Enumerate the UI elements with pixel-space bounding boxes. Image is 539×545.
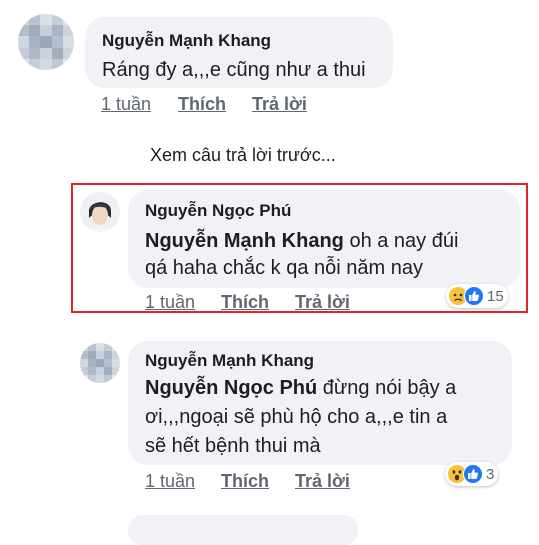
mention-tag[interactable]: Nguyễn Ngọc Phú bbox=[145, 377, 317, 399]
like-button[interactable]: Thích bbox=[221, 471, 269, 492]
comment-text-line-2: ơi,,,ngoại sẽ phù hộ cho a,,,e tin a bbox=[145, 406, 448, 428]
comment-author[interactable]: Nguyễn Mạnh Khang bbox=[145, 351, 314, 371]
comment-text: Ráng đy a,,,e cũng như a thui bbox=[102, 59, 366, 81]
reaction-summary[interactable]: 3 bbox=[445, 462, 499, 486]
avatar-khang[interactable] bbox=[18, 14, 74, 70]
reaction-summary[interactable]: 15 bbox=[446, 284, 508, 308]
avatar-khang[interactable] bbox=[80, 343, 120, 383]
reaction-count: 15 bbox=[487, 287, 504, 305]
comment-text-line-1: Nguyễn Mạnh Khang oh a nay đúi bbox=[145, 226, 458, 256]
avatar-phu[interactable] bbox=[80, 192, 120, 232]
next-comment-bubble bbox=[128, 515, 358, 545]
comment-text: đừng nói bậy a bbox=[317, 377, 457, 399]
comment-timestamp[interactable]: 1 tuần bbox=[145, 292, 195, 313]
comment-text-line-1: Nguyễn Ngọc Phú đừng nói bậy a bbox=[145, 373, 456, 403]
reaction-count: 3 bbox=[486, 465, 495, 483]
comment-timestamp[interactable]: 1 tuần bbox=[101, 94, 151, 115]
like-button[interactable]: Thích bbox=[221, 292, 269, 313]
blurred-avatar-image bbox=[18, 14, 74, 70]
like-button[interactable]: Thích bbox=[178, 94, 226, 115]
comment-author[interactable]: Nguyễn Mạnh Khang bbox=[102, 31, 271, 51]
like-reaction-icon bbox=[463, 464, 483, 484]
comment-text-line-3: sẽ hết bệnh thui mà bbox=[145, 435, 321, 457]
reply-button[interactable]: Trả lời bbox=[252, 94, 307, 115]
reply-button[interactable]: Trả lời bbox=[295, 292, 350, 313]
view-previous-replies-link[interactable]: Xem câu trả lời trước... bbox=[150, 145, 336, 166]
blurred-avatar-image bbox=[80, 343, 120, 383]
reply-button[interactable]: Trả lời bbox=[295, 471, 350, 492]
mention-tag[interactable]: Nguyễn Mạnh Khang bbox=[145, 230, 344, 252]
comment-text: oh a nay đúi bbox=[343, 230, 459, 252]
like-reaction-icon bbox=[464, 286, 484, 306]
comment-timestamp[interactable]: 1 tuần bbox=[145, 471, 195, 492]
comment-author[interactable]: Nguyễn Ngọc Phú bbox=[145, 201, 291, 221]
comment-text-line-2: qá haha chắc k qa nỗi năm nay bbox=[145, 257, 423, 279]
profile-photo-image bbox=[80, 192, 120, 232]
